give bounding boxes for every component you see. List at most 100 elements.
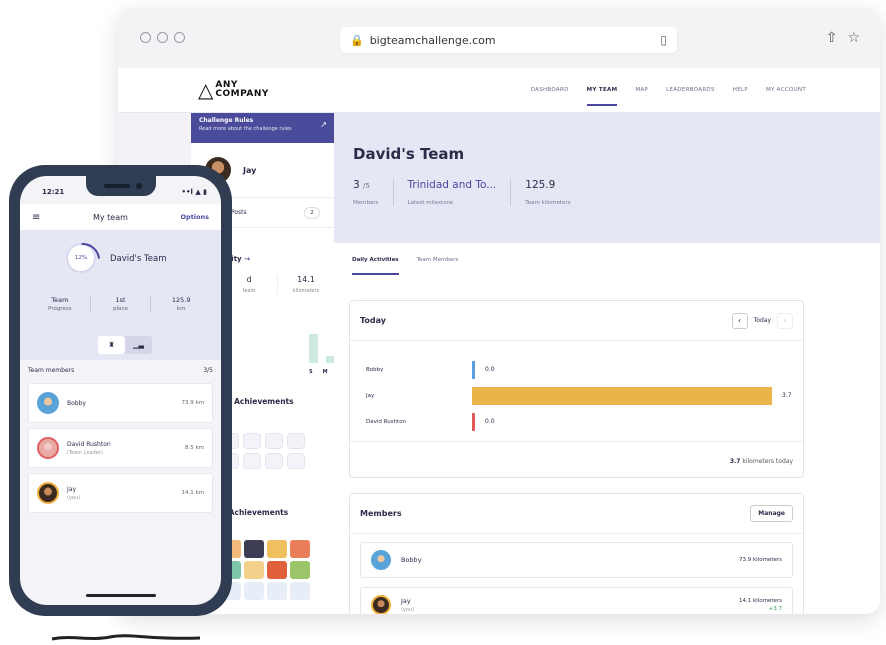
avatar xyxy=(37,392,59,414)
members-label: Members xyxy=(353,200,379,206)
activity-stat-km-value: 14.1 xyxy=(297,275,315,284)
today-total: 3.7 kilometers today xyxy=(730,458,793,465)
status-icons: ••l ▲ ▮ xyxy=(181,188,207,196)
badge-icon[interactable] xyxy=(267,582,287,600)
options-button[interactable]: Options xyxy=(181,213,209,221)
today-row-track: 3.7 xyxy=(472,387,792,405)
maximize-window-button[interactable] xyxy=(174,32,185,43)
phone-stat-label: Progress xyxy=(48,306,72,312)
phone-stat-value: 1st xyxy=(115,296,126,304)
badge-icon[interactable] xyxy=(290,561,310,579)
milestone-stat[interactable]: Trinidad and To... Latest milestone xyxy=(408,179,512,206)
today-row-name: Jay xyxy=(366,393,375,399)
today-row: David Rushton 0.0 xyxy=(366,413,796,431)
phone-member-card[interactable]: David Rushton (Team Leader) 8.5 km xyxy=(28,428,213,468)
minimize-window-button[interactable] xyxy=(157,32,168,43)
member-km: 73.9 kilometers xyxy=(738,557,782,563)
hamburger-menu-icon[interactable]: ≡ xyxy=(32,212,40,223)
chart-view-icon[interactable]: ▁▃ xyxy=(125,336,152,354)
nav-my-account[interactable]: MY ACCOUNT xyxy=(766,87,806,93)
badge-icon[interactable] xyxy=(244,582,264,600)
phone-stats: Team Progress 1st place 125.9 km xyxy=(30,296,211,312)
badge-icon[interactable] xyxy=(267,561,287,579)
tab-daily-activities[interactable]: Daily Activities xyxy=(352,257,399,275)
home-indicator xyxy=(86,594,156,597)
member-km: 73.9 km xyxy=(181,400,204,406)
address-bar[interactable]: 🔒 bigteamchallenge.com ▯ xyxy=(340,27,677,53)
challenge-rules-banner[interactable]: Challenge Rules Read more about the chal… xyxy=(191,113,334,143)
today-card-header: Today ‹ Today › xyxy=(350,301,803,341)
today-row-name: Bobby xyxy=(366,367,384,373)
badge-icon[interactable] xyxy=(267,540,287,558)
nav-dashboard[interactable]: DASHBOARD xyxy=(531,87,569,93)
achievement-badges-grid xyxy=(221,433,305,469)
content-tabs: Daily Activities Team Members xyxy=(352,257,458,275)
today-bar xyxy=(472,413,475,431)
window-controls xyxy=(140,32,185,43)
team-members-header: Team members 3/5 xyxy=(28,367,213,374)
team-view-icon[interactable]: ♜ xyxy=(98,336,125,354)
page-title: David's Team xyxy=(353,145,465,163)
close-window-button[interactable] xyxy=(140,32,151,43)
phone-member-card[interactable]: Bobby 73.9 km xyxy=(28,383,213,423)
phone-stat-value: Team xyxy=(51,296,69,304)
date-label: Today xyxy=(753,317,771,324)
nav-leaderboards[interactable]: LEADERBOARDS xyxy=(666,87,715,93)
member-sub: (you) xyxy=(401,607,415,613)
today-total-label: kilometers today xyxy=(742,458,793,465)
badge-icon[interactable] xyxy=(290,582,310,600)
milestone-value[interactable]: Trinidad and To... xyxy=(408,179,497,191)
today-row: Jay 3.7 xyxy=(366,387,796,405)
phone-title: My team xyxy=(92,212,128,222)
day-label: M xyxy=(322,369,328,375)
browser-window: 🔒 bigteamchallenge.com ▯ ⇧ ☆ △ ANY COMPA… xyxy=(118,8,880,614)
nav-help[interactable]: HELP xyxy=(733,87,748,93)
member-row[interactable]: Jay (you) 14.1 kilometers +3.7 xyxy=(360,587,793,614)
member-name: Jay xyxy=(67,485,76,493)
star-icon[interactable]: ☆ xyxy=(847,30,860,46)
member-km-plus: +3.7 xyxy=(768,606,782,612)
member-name: Jay xyxy=(401,597,411,605)
phone-team-name: David's Team xyxy=(110,254,167,264)
nav-my-team[interactable]: MY TEAM xyxy=(586,87,618,106)
team-km-label: Team kilometers xyxy=(525,200,571,206)
signature-scribble xyxy=(51,634,201,641)
badge-icon[interactable] xyxy=(265,453,283,469)
badge-icon[interactable] xyxy=(244,561,264,579)
news-posts-count: 2 xyxy=(304,206,320,219)
badge-icon[interactable] xyxy=(243,433,261,449)
members-stat: 3 /5 Members xyxy=(353,179,394,206)
day-label: S xyxy=(309,369,313,375)
next-day-button[interactable]: › xyxy=(777,312,793,329)
tab-team-members[interactable]: Team Members xyxy=(417,257,459,275)
team-km-stat: 125.9 Team kilometers xyxy=(525,179,584,206)
member-name: David Rushton xyxy=(67,440,111,448)
team-members-label: Team members xyxy=(28,367,75,374)
company-logo[interactable]: △ ANY COMPANY xyxy=(198,80,269,100)
member-row[interactable]: Bobby 73.9 kilometers xyxy=(360,542,793,578)
address-url: bigteamchallenge.com xyxy=(369,33,496,47)
badge-icon[interactable] xyxy=(290,540,310,558)
bookmark-icon[interactable]: ▯ xyxy=(660,33,667,47)
share-icon[interactable]: ⇧ xyxy=(826,30,838,46)
badge-icon[interactable] xyxy=(287,433,305,449)
previous-day-button[interactable]: ‹ xyxy=(731,312,748,329)
avatar xyxy=(371,595,391,614)
team-stats: 3 /5 Members Trinidad and To... Latest m… xyxy=(353,179,599,206)
avatar xyxy=(37,437,59,459)
badge-icon[interactable] xyxy=(244,540,264,558)
member-km: 14.1 km xyxy=(181,490,204,496)
badge-icon[interactable] xyxy=(287,453,305,469)
member-km: 14.1 kilometers xyxy=(738,598,782,604)
divider xyxy=(350,441,803,442)
badge-icon[interactable] xyxy=(265,433,283,449)
rules-subtitle: Read more about the challenge rules xyxy=(199,126,292,132)
manage-button[interactable]: Manage xyxy=(750,505,793,522)
nav-map[interactable]: MAP xyxy=(635,87,648,93)
achievement-stickers-grid xyxy=(221,540,310,600)
phone-member-card[interactable]: Jay (you) 14.1 km xyxy=(28,473,213,513)
today-card: Today ‹ Today › Bobby 0.0 Jay 3.7 David Rush… xyxy=(349,300,804,478)
badge-icon[interactable] xyxy=(243,453,261,469)
activity-bar xyxy=(309,334,318,363)
member-sub: (you) xyxy=(67,494,81,501)
